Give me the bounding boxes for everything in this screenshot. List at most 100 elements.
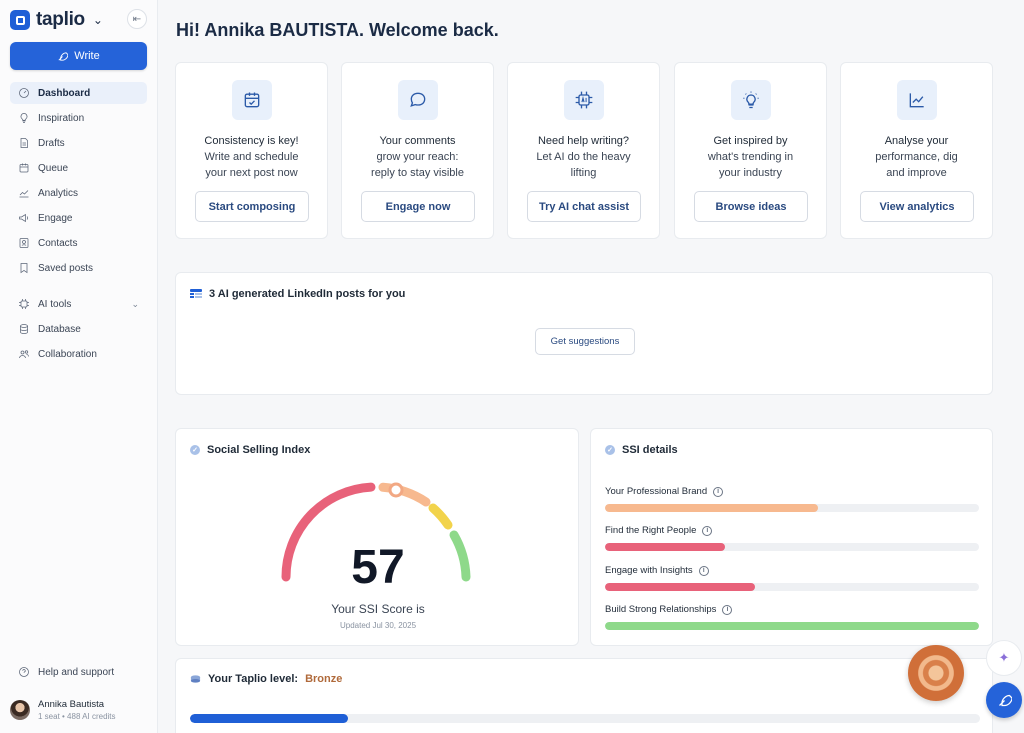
analytics-icon — [19, 190, 29, 198]
info-icon[interactable]: i — [713, 486, 724, 497]
chevron-down-icon: ⌄ — [131, 298, 139, 309]
ssi-detail-row: Find the Right People i — [605, 525, 979, 551]
quick-action-card: Analyse your performance, dig and improv… — [840, 62, 993, 239]
ssi-score: 57 — [351, 541, 405, 594]
sidebar-item-analytics[interactable]: Analytics — [10, 182, 147, 204]
ssi-details-card: ✓ SSI details Your Professional Brand i F… — [590, 428, 993, 646]
ai-posts-card: 3 AI generated LinkedIn posts for you Ge… — [175, 272, 993, 395]
gauge-segment-good — [428, 503, 453, 530]
sidebar-item-collaboration[interactable]: Collaboration — [10, 343, 147, 365]
sidebar-item-label: Engage — [38, 212, 73, 224]
users-icon — [19, 350, 29, 359]
gauge-marker — [388, 482, 404, 498]
quick-action-card: Need help writing? Let AI do the heavy l… — [507, 62, 660, 239]
user-meta: 1 seat • 488 AI credits — [38, 712, 116, 721]
sidebar-item-ai-tools[interactable]: AI tools ⌄ — [10, 293, 147, 315]
quick-action-text: Analyse your performance, dig and improv… — [875, 135, 958, 179]
try-ai-chat-assist-button[interactable]: Try AI chat assist — [527, 191, 641, 222]
sidebar-item-drafts[interactable]: Drafts — [10, 132, 147, 154]
ssi-detail-label: Find the Right People — [605, 525, 697, 536]
verified-check-icon: ✓ — [605, 445, 615, 455]
get-suggestions-button[interactable]: Get suggestions — [535, 328, 635, 355]
ssi-detail-row: Engage with Insights i — [605, 565, 979, 591]
browse-ideas-button[interactable]: Browse ideas — [694, 191, 808, 222]
sidebar-item-queue[interactable]: Queue — [10, 157, 147, 179]
ssi-title: ✓ Social Selling Index — [190, 444, 310, 456]
help-and-support-link[interactable]: Help and support — [10, 661, 147, 683]
write-button-label: Write — [74, 50, 100, 62]
quick-action-text: Get inspired by what's trending in your … — [707, 135, 794, 179]
ssi-detail-bar — [605, 504, 819, 512]
user-profile[interactable]: Annika Bautista 1 seat • 488 AI credits — [10, 699, 116, 721]
page-title: Hi! Annika BAUTISTA. Welcome back. — [176, 20, 499, 40]
info-icon[interactable]: i — [722, 604, 733, 615]
quick-action-text: Need help writing? Let AI do the heavy l… — [536, 135, 631, 179]
sidebar-item-label: Database — [38, 323, 81, 335]
brand-switcher[interactable]: taplio ⌄ — [10, 9, 103, 31]
bronze-badge-widget[interactable] — [908, 645, 964, 701]
sidebar-item-label: Queue — [38, 162, 69, 174]
feather-icon — [998, 694, 1012, 706]
posts-list-icon — [190, 289, 202, 298]
ssi-detail-row: Your Professional Brand i — [605, 486, 979, 512]
analytics-icon — [897, 80, 937, 120]
start-composing-button[interactable]: Start composing — [195, 191, 309, 222]
ssi-updated-date: Updated Jul 30, 2025 — [339, 621, 417, 630]
sidebar-item-inspiration[interactable]: Inspiration — [10, 107, 147, 129]
sidebar-item-contacts[interactable]: Contacts — [10, 232, 147, 254]
view-analytics-button[interactable]: View analytics — [860, 191, 974, 222]
collapse-sidebar-button[interactable]: ⇤ — [127, 9, 147, 29]
help-icon — [19, 667, 29, 677]
ssi-detail-row: Build Strong Relationships i — [605, 604, 979, 630]
comment-icon — [398, 80, 438, 120]
ssi-detail-label: Your Professional Brand — [605, 486, 708, 497]
verified-check-icon: ✓ — [190, 445, 200, 455]
taplio-level-title: Your Taplio level: Bronze — [190, 673, 342, 685]
user-name: Annika Bautista — [38, 699, 105, 710]
info-icon[interactable]: i — [702, 525, 713, 536]
sidebar-item-engage[interactable]: Engage — [10, 207, 147, 229]
feather-icon — [58, 51, 69, 61]
avatar — [10, 700, 30, 720]
bulb-icon — [20, 113, 28, 123]
sparkle-icon[interactable]: ✦ — [986, 640, 1022, 676]
contacts-icon — [19, 238, 29, 248]
sidebar-item-label: Collaboration — [38, 348, 97, 360]
level-name: Bronze — [305, 673, 343, 685]
sidebar-item-dashboard[interactable]: Dashboard — [10, 82, 147, 104]
ssi-card: ✓ Social Selling Index 57 Your SSI Score… — [175, 428, 579, 646]
dashboard-icon — [19, 88, 29, 98]
sidebar-item-database[interactable]: Database — [10, 318, 147, 340]
sidebar-item-label: Saved posts — [38, 262, 94, 274]
sidebar-item-label: Inspiration — [38, 112, 85, 124]
ssi-detail-label: Build Strong Relationships — [605, 604, 717, 615]
sidebar-item-label: AI tools — [38, 298, 72, 310]
chevron-down-icon: ⌄ — [92, 13, 103, 27]
ai-chip-icon — [19, 299, 29, 309]
info-icon[interactable]: i — [698, 565, 709, 576]
sidebar-item-label: Contacts — [38, 237, 78, 249]
ssi-details-title: ✓ SSI details — [605, 444, 678, 456]
brand-name: taplio — [36, 9, 85, 30]
ssi-detail-label: Engage with Insights — [605, 565, 693, 576]
calendar-check-icon — [232, 80, 272, 120]
write-button[interactable]: Write — [10, 42, 147, 70]
sidebar-item-saved-posts[interactable]: Saved posts — [10, 257, 147, 279]
quick-action-card: Your comments grow your reach: reply to … — [341, 62, 494, 239]
compose-fab-button[interactable] — [986, 682, 1022, 718]
ssi-score-label: Your SSI Score is — [331, 602, 425, 616]
bulb-icon — [731, 80, 771, 120]
level-progress-track — [190, 714, 980, 723]
ssi-detail-bar — [605, 622, 979, 630]
quick-action-card: Get inspired by what's trending in your … — [674, 62, 827, 239]
sidebar-item-label: Drafts — [38, 137, 65, 149]
sidebar-item-label: Analytics — [38, 187, 79, 199]
sidebar: taplio ⌄ ⇤ Write Dashboard Inspiration D… — [0, 0, 158, 733]
calendar-icon — [19, 163, 29, 173]
drafts-icon — [20, 138, 28, 148]
bookmark-icon — [20, 263, 28, 274]
ssi-detail-bar — [605, 583, 755, 591]
sidebar-item-label: Dashboard — [38, 87, 91, 99]
quick-action-card: Consistency is key! Write and schedule y… — [175, 62, 328, 239]
engage-now-button[interactable]: Engage now — [361, 191, 475, 222]
